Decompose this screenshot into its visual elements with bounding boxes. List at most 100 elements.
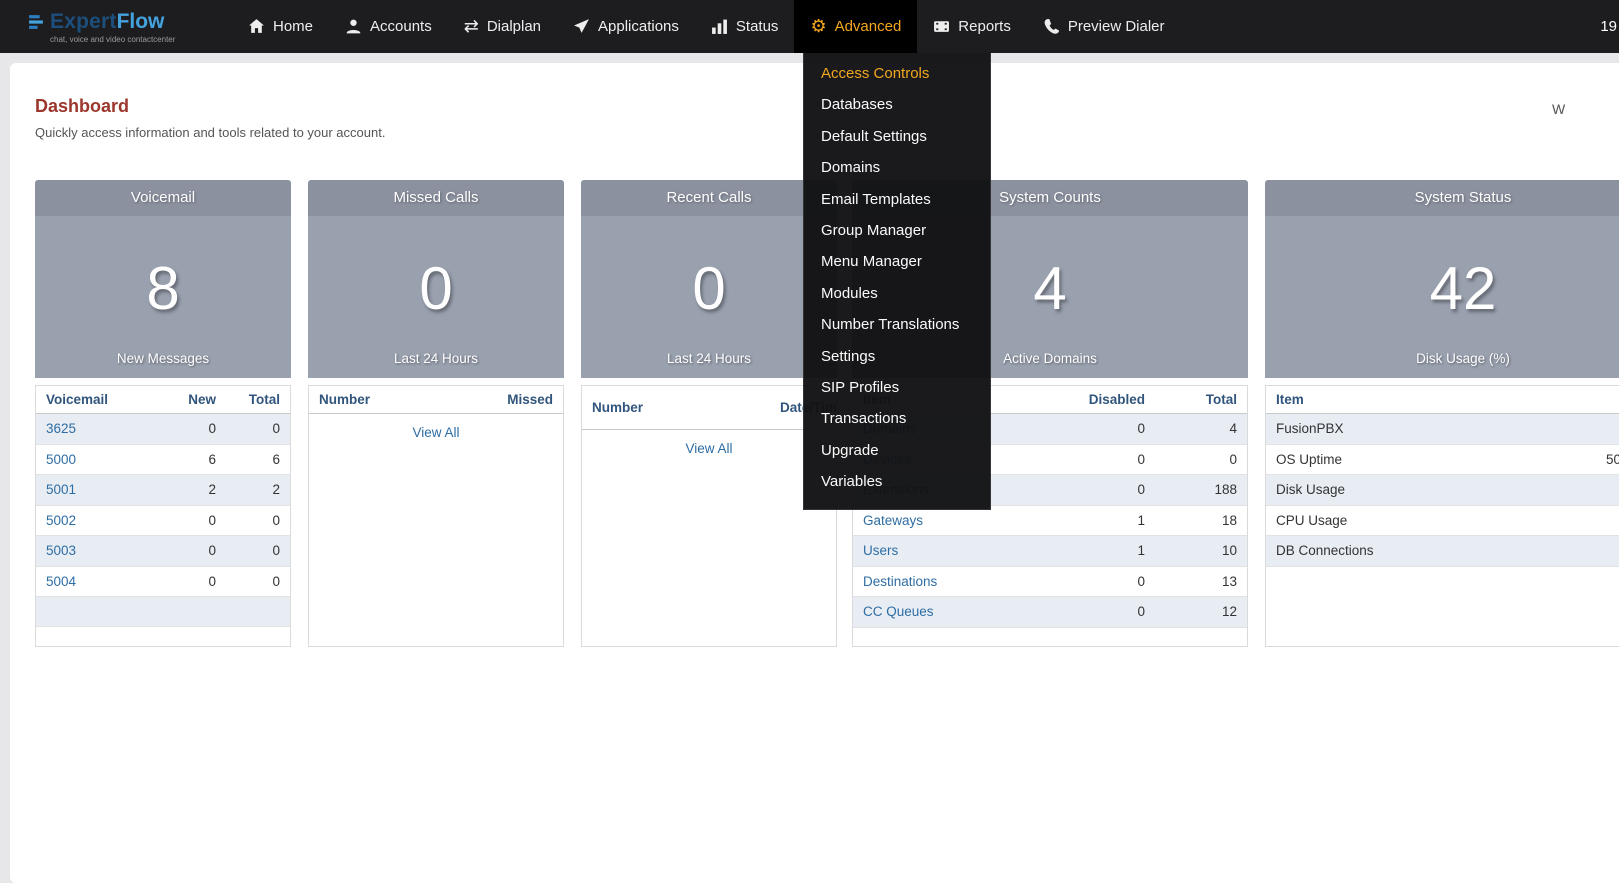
- table-row: 5004 0 0: [36, 567, 290, 598]
- card-title: System Status: [1265, 180, 1619, 216]
- voicemail-extension-link[interactable]: 3625: [46, 421, 76, 436]
- menu-item-upgrade[interactable]: Upgrade: [804, 435, 990, 466]
- table-header-row: Number Missed: [309, 386, 563, 414]
- column-header: New: [160, 392, 226, 407]
- bar-chart-icon: [711, 18, 728, 35]
- menu-item-number-translations[interactable]: Number Translations: [804, 309, 990, 340]
- paper-plane-icon: [573, 18, 590, 35]
- count-item-link[interactable]: Gateways: [863, 513, 923, 528]
- view-all-link[interactable]: View All: [412, 425, 459, 440]
- count-item-link[interactable]: Users: [863, 543, 898, 558]
- new-count: 0: [160, 421, 226, 436]
- table-row: [36, 597, 290, 627]
- missed-calls-count: 0: [419, 226, 452, 351]
- card-caption: Last 24 Hours: [394, 351, 478, 366]
- brand-name-flow: Flow: [117, 10, 165, 33]
- new-count: 0: [160, 513, 226, 528]
- logo-bars-icon: [28, 13, 45, 30]
- voicemail-extension-link[interactable]: 5003: [46, 543, 76, 558]
- table-row: 5003 0 0: [36, 536, 290, 567]
- nav-label: Reports: [958, 18, 1011, 35]
- table-row: Users 1 10: [853, 536, 1247, 567]
- nav-item-home[interactable]: Home: [232, 0, 329, 53]
- menu-item-variables[interactable]: Variables: [804, 466, 990, 497]
- menu-item-access-controls[interactable]: Access Controls: [804, 58, 990, 89]
- nav-item-advanced[interactable]: ⚙ Advanced: [794, 0, 917, 53]
- brand-logo[interactable]: ExpertFlow chat, voice and video contact…: [0, 10, 232, 44]
- menu-item-modules[interactable]: Modules: [804, 278, 990, 309]
- menu-item-sip-profiles[interactable]: SIP Profiles: [804, 372, 990, 403]
- count-item-link[interactable]: Destinations: [863, 574, 937, 589]
- nav-item-status[interactable]: Status: [695, 0, 795, 53]
- status-item-label: OS Uptime: [1266, 452, 1596, 467]
- table-row: Disk Usage: [1266, 475, 1619, 506]
- disk-usage-count: 42: [1430, 226, 1497, 351]
- table-row: 5002 0 0: [36, 506, 290, 537]
- total-count: 188: [1155, 482, 1247, 497]
- nav-item-preview-dialer[interactable]: Preview Dialer: [1027, 0, 1181, 53]
- total-count: 0: [226, 543, 290, 558]
- card-title: Recent Calls: [581, 180, 837, 216]
- voicemail-extension-link[interactable]: 5004: [46, 574, 76, 589]
- card-caption: Last 24 Hours: [667, 351, 751, 366]
- nav-item-applications[interactable]: Applications: [557, 0, 695, 53]
- page-subtitle: Quickly access information and tools rel…: [35, 125, 385, 140]
- transfer-arrows-icon: ⇄: [464, 18, 479, 35]
- view-all-link[interactable]: View All: [685, 441, 732, 456]
- card-caption: Active Domains: [1003, 351, 1097, 366]
- nav-clock: 19: [1600, 0, 1617, 53]
- column-header: Total: [226, 392, 290, 407]
- card-caption: New Messages: [117, 351, 209, 366]
- table-row: FusionPBX: [1266, 414, 1619, 445]
- menu-item-group-manager[interactable]: Group Manager: [804, 215, 990, 246]
- menu-item-settings[interactable]: Settings: [804, 341, 990, 372]
- disabled-count: 0: [1063, 604, 1155, 619]
- nav-label: Preview Dialer: [1068, 18, 1165, 35]
- menu-item-databases[interactable]: Databases: [804, 89, 990, 120]
- person-icon: [345, 18, 362, 35]
- brand-name-expert: Expert: [50, 10, 117, 33]
- view-all-row: View All: [309, 414, 563, 450]
- total-count: 0: [226, 513, 290, 528]
- phone-icon: [1043, 18, 1060, 35]
- menu-item-domains[interactable]: Domains: [804, 152, 990, 183]
- count-item-link[interactable]: CC Queues: [863, 604, 934, 619]
- total-count: 0: [1155, 452, 1247, 467]
- voicemail-extension-link[interactable]: 5002: [46, 513, 76, 528]
- total-count: 0: [226, 574, 290, 589]
- table-row: CC Queues 0 12: [853, 597, 1247, 628]
- nav-label: Dialplan: [487, 18, 541, 35]
- column-header: Total: [1155, 392, 1247, 407]
- new-count: 0: [160, 543, 226, 558]
- disabled-count: 1: [1063, 513, 1155, 528]
- table-row: 5000 6 6: [36, 445, 290, 476]
- status-item-label: FusionPBX: [1266, 421, 1596, 436]
- card-body: 0 Last 24 Hours: [308, 216, 564, 378]
- system-status-table: Item FusionPBX OS Uptime 50 Disk Usage C…: [1265, 385, 1619, 647]
- menu-item-transactions[interactable]: Transactions: [804, 403, 990, 434]
- report-icon: [933, 18, 950, 35]
- voicemail-card: Voicemail 8 New Messages Voicemail New T…: [35, 180, 291, 647]
- page-title: Dashboard: [35, 96, 129, 117]
- nav-item-accounts[interactable]: Accounts: [329, 0, 448, 53]
- welcome-text: W: [1552, 101, 1565, 117]
- voicemail-extension-link[interactable]: 5000: [46, 452, 76, 467]
- status-item-value: 50: [1596, 452, 1619, 467]
- menu-item-default-settings[interactable]: Default Settings: [804, 121, 990, 152]
- nav-item-reports[interactable]: Reports: [917, 0, 1027, 53]
- disabled-count: 0: [1063, 421, 1155, 436]
- voicemail-count: 8: [146, 226, 179, 351]
- card-body: 8 New Messages: [35, 216, 291, 378]
- menu-item-email-templates[interactable]: Email Templates: [804, 184, 990, 215]
- recent-calls-count: 0: [692, 226, 725, 351]
- total-count: 2: [226, 482, 290, 497]
- column-header: Number: [582, 400, 780, 415]
- menu-item-menu-manager[interactable]: Menu Manager: [804, 246, 990, 277]
- disabled-count: 1: [1063, 543, 1155, 558]
- voicemail-extension-link[interactable]: 5001: [46, 482, 76, 497]
- top-navbar: ExpertFlow chat, voice and video contact…: [0, 0, 1619, 53]
- system-status-card: System Status 42 Disk Usage (%) Item Fus…: [1265, 180, 1619, 647]
- disabled-count: 0: [1063, 452, 1155, 467]
- column-header: Number: [309, 392, 493, 407]
- nav-item-dialplan[interactable]: ⇄ Dialplan: [448, 0, 557, 53]
